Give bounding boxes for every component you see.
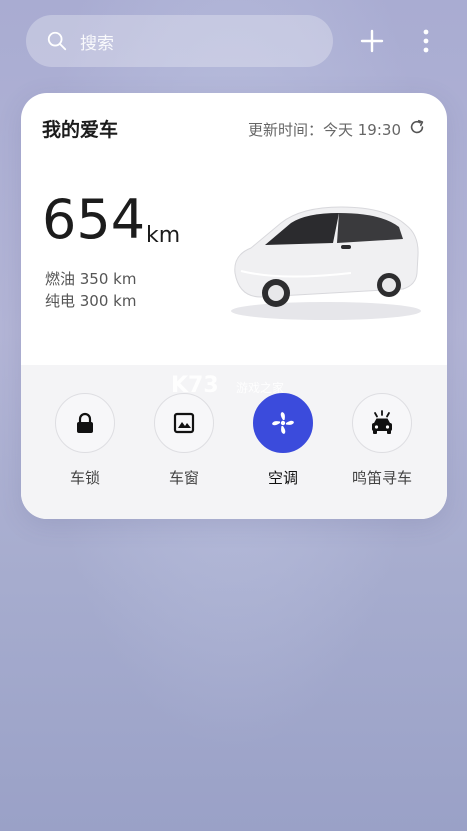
control-window[interactable]: 车窗 bbox=[144, 393, 224, 488]
ac-label: 空调 bbox=[267, 469, 298, 487]
car-image bbox=[231, 206, 421, 320]
electric-range: 纯电 300 km bbox=[45, 292, 137, 310]
control-horn[interactable]: 鸣笛寻车 bbox=[342, 393, 422, 488]
fan-icon bbox=[272, 412, 294, 434]
refresh-icon[interactable] bbox=[408, 118, 426, 136]
control-lock[interactable]: 车锁 bbox=[45, 393, 125, 488]
car-horn-icon bbox=[372, 410, 392, 434]
window-icon bbox=[173, 412, 195, 434]
search-placeholder: 搜索 bbox=[80, 33, 114, 54]
control-ac[interactable]: 空调 bbox=[243, 393, 323, 488]
search-icon bbox=[47, 31, 67, 51]
search-bar[interactable]: 搜索 bbox=[26, 15, 333, 67]
window-button[interactable] bbox=[154, 393, 214, 453]
fuel-range: 燃油 350 km bbox=[45, 270, 137, 288]
controls-panel: K73 游戏之家 车锁 车窗 空调 鸣笛寻车 bbox=[21, 365, 447, 519]
lock-label: 车锁 bbox=[69, 469, 100, 487]
my-car-card[interactable]: 我的爱车 更新时间：今天 19:30 654 km 燃油 350 km 纯电 3… bbox=[21, 93, 447, 519]
plus-icon[interactable] bbox=[359, 28, 385, 54]
range-value: 654 bbox=[42, 188, 146, 251]
range-unit: km bbox=[146, 223, 181, 248]
card-title: 我的爱车 bbox=[42, 119, 119, 141]
window-label: 车窗 bbox=[168, 469, 199, 487]
lock-button[interactable] bbox=[55, 393, 115, 453]
horn-button[interactable] bbox=[352, 393, 412, 453]
update-time: 更新时间：今天 19:30 bbox=[248, 121, 401, 139]
more-vertical-icon[interactable] bbox=[416, 28, 436, 54]
lock-icon bbox=[77, 412, 93, 433]
horn-label: 鸣笛寻车 bbox=[351, 469, 412, 487]
ac-button[interactable] bbox=[253, 393, 313, 453]
